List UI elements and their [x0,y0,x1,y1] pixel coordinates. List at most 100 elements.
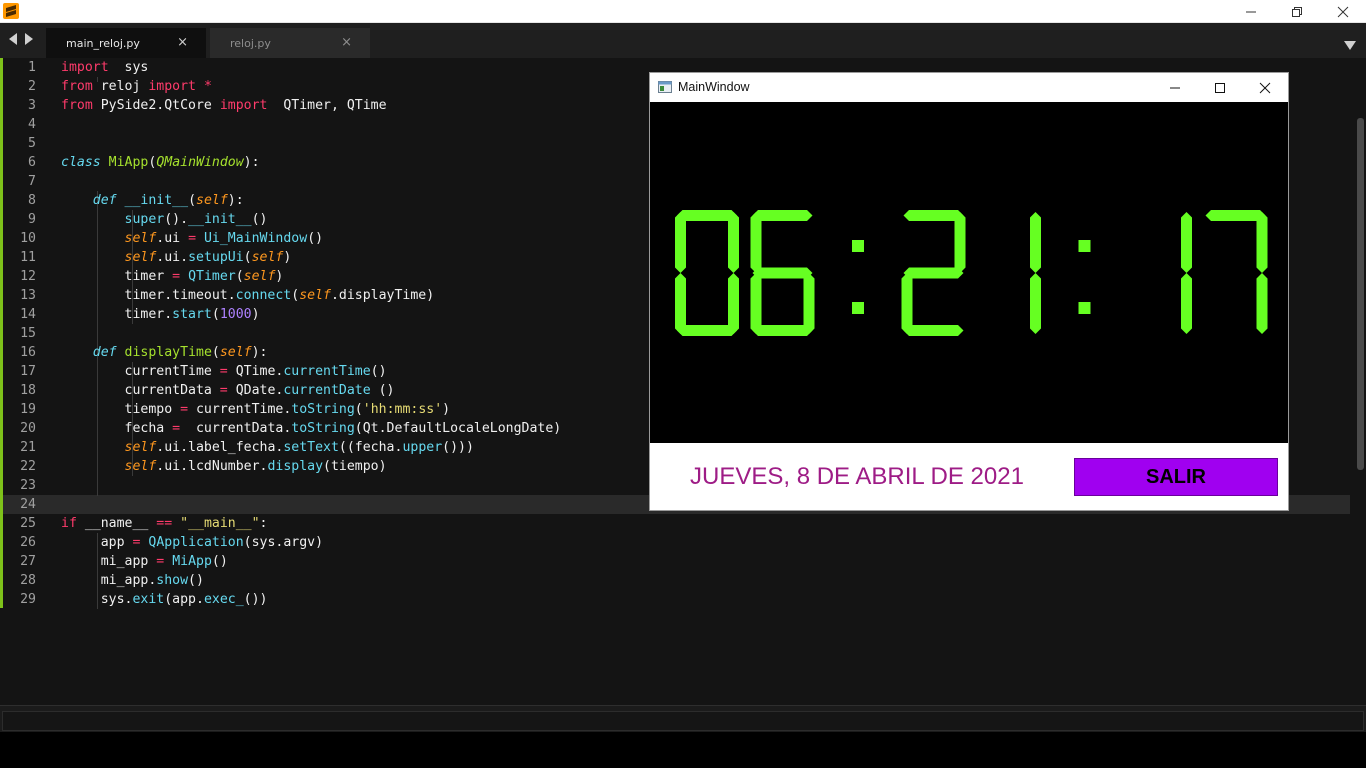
minimize-icon [1170,87,1180,88]
lcd-colon [852,240,864,314]
code-line[interactable] [61,115,561,134]
line-number: 21 [20,440,36,455]
qt-window-title: MainWindow [678,80,750,94]
code-line[interactable]: from reloj import * [61,77,561,96]
chevron-down-icon [1344,41,1356,50]
maximize-icon [1215,82,1225,93]
qt-main-window: MainWindow JUEVES, 8 DE ABRIL DE 2021 SA… [649,72,1289,511]
code-line[interactable]: self.ui.lcdNumber.display(tiempo) [61,457,561,476]
line-number: 5 [28,136,36,151]
code-line[interactable] [61,172,561,191]
code-line[interactable]: currentTime = QTime.currentTime() [61,362,561,381]
restore-button[interactable] [1274,0,1320,23]
tab-close-icon[interactable]: × [341,36,352,49]
line-number: 10 [20,231,36,246]
tab-label: main_reloj.py [66,36,140,50]
line-number: 6 [28,155,36,170]
code-line[interactable]: currentData = QDate.currentDate () [61,381,561,400]
tab-bar: main_reloj.py × reloj.py × [0,23,1366,58]
code-line[interactable]: timer.start(1000) [61,305,561,324]
console-input[interactable] [2,711,1364,731]
line-number: 14 [20,307,36,322]
code-content[interactable]: import sys from reloj import * from PySide… [61,58,561,609]
lcd-digit [1181,212,1192,334]
lcd-colon [1078,240,1091,314]
line-number: 26 [20,535,36,550]
code-line[interactable]: self.ui.setupUi(self) [61,248,561,267]
exit-button[interactable]: SALIR [1074,458,1278,496]
qt-title-bar: MainWindow [650,73,1288,102]
code-line[interactable]: app = QApplication(sys.argv) [61,533,561,552]
minimize-icon [1246,11,1256,12]
line-number: 25 [20,516,36,531]
line-number: 2 [28,79,36,94]
lcd-number-display [650,102,1288,443]
line-number: 7 [28,174,36,189]
line-number: 29 [20,592,36,607]
code-line[interactable] [61,324,561,343]
qt-minimize-button[interactable] [1152,73,1198,102]
code-line[interactable]: mi_app = MiApp() [61,552,561,571]
line-number: 15 [20,326,36,341]
minimize-button[interactable] [1228,0,1274,23]
date-label: JUEVES, 8 DE ABRIL DE 2021 [690,463,1024,490]
lcd-digit [750,210,815,336]
tab-dropdown-button[interactable] [1344,35,1356,54]
line-number: 22 [20,459,36,474]
line-number: 9 [28,212,36,227]
line-number: 4 [28,117,36,132]
code-line[interactable]: import sys [61,58,561,77]
code-line[interactable] [61,495,561,514]
arrow-right-icon[interactable] [24,33,33,45]
code-line[interactable]: from PySide2.QtCore import QTimer, QTime [61,96,561,115]
line-number: 19 [20,402,36,417]
line-number: 28 [20,573,36,588]
lcd-digit [901,210,966,336]
lcd-digits [675,210,1268,336]
code-line[interactable]: self.ui = Ui_MainWindow() [61,229,561,248]
tab-reloj[interactable]: reloj.py × [210,28,370,58]
lcd-digit [1205,210,1268,334]
line-number: 18 [20,383,36,398]
code-line[interactable]: timer = QTimer(self) [61,267,561,286]
code-line[interactable] [61,476,561,495]
code-line[interactable]: def displayTime(self): [61,343,561,362]
code-line[interactable]: sys.exit(app.exec_()) [61,590,561,609]
window-app-icon [658,81,672,93]
lcd-digit [1030,212,1041,334]
code-line[interactable]: tiempo = currentTime.toString('hh:mm:ss'… [61,400,561,419]
line-number: 8 [28,193,36,208]
tab-navigation [9,33,33,45]
line-number: 17 [20,364,36,379]
qt-close-button[interactable] [1242,73,1288,102]
close-icon [1337,6,1349,17]
sublime-text-icon [3,3,19,19]
qt-maximize-button[interactable] [1197,73,1243,102]
line-number: 20 [20,421,36,436]
app-title-bar [0,0,1366,23]
code-line[interactable]: fecha = currentData.toString(Qt.DefaultL… [61,419,562,438]
tab-main-reloj[interactable]: main_reloj.py × [46,28,206,58]
line-number: 13 [20,288,36,303]
line-number: 3 [28,98,36,113]
line-number-gutter: 1 2 3 4 5 6 7 8 9 10 11 12 13 14 15 16 17 18 19 20 21 22 23 24 2… [0,58,45,609]
code-line[interactable]: class MiApp(QMainWindow): [61,153,561,172]
line-number: 27 [20,554,36,569]
line-number: 1 [28,60,36,75]
code-line[interactable]: timer.timeout.connect(self.displayTime) [61,286,561,305]
vertical-scrollbar[interactable] [1357,118,1364,470]
line-number: 24 [20,497,36,512]
lcd-digit [675,210,739,336]
code-line[interactable]: self.ui.label_fecha.setText((fecha.upper… [61,438,561,457]
line-number: 16 [20,345,36,360]
console-bar [0,705,1366,732]
arrow-left-icon[interactable] [9,33,18,45]
code-line[interactable]: super().__init__() [61,210,561,229]
code-line[interactable] [61,134,561,153]
close-button[interactable] [1320,0,1366,23]
tab-close-icon[interactable]: × [177,36,188,49]
code-line[interactable]: if __name__ == "__main__": [61,514,561,533]
tab-label: reloj.py [230,36,271,50]
code-line[interactable]: mi_app.show() [61,571,561,590]
code-line[interactable]: def __init__(self): [61,191,561,210]
